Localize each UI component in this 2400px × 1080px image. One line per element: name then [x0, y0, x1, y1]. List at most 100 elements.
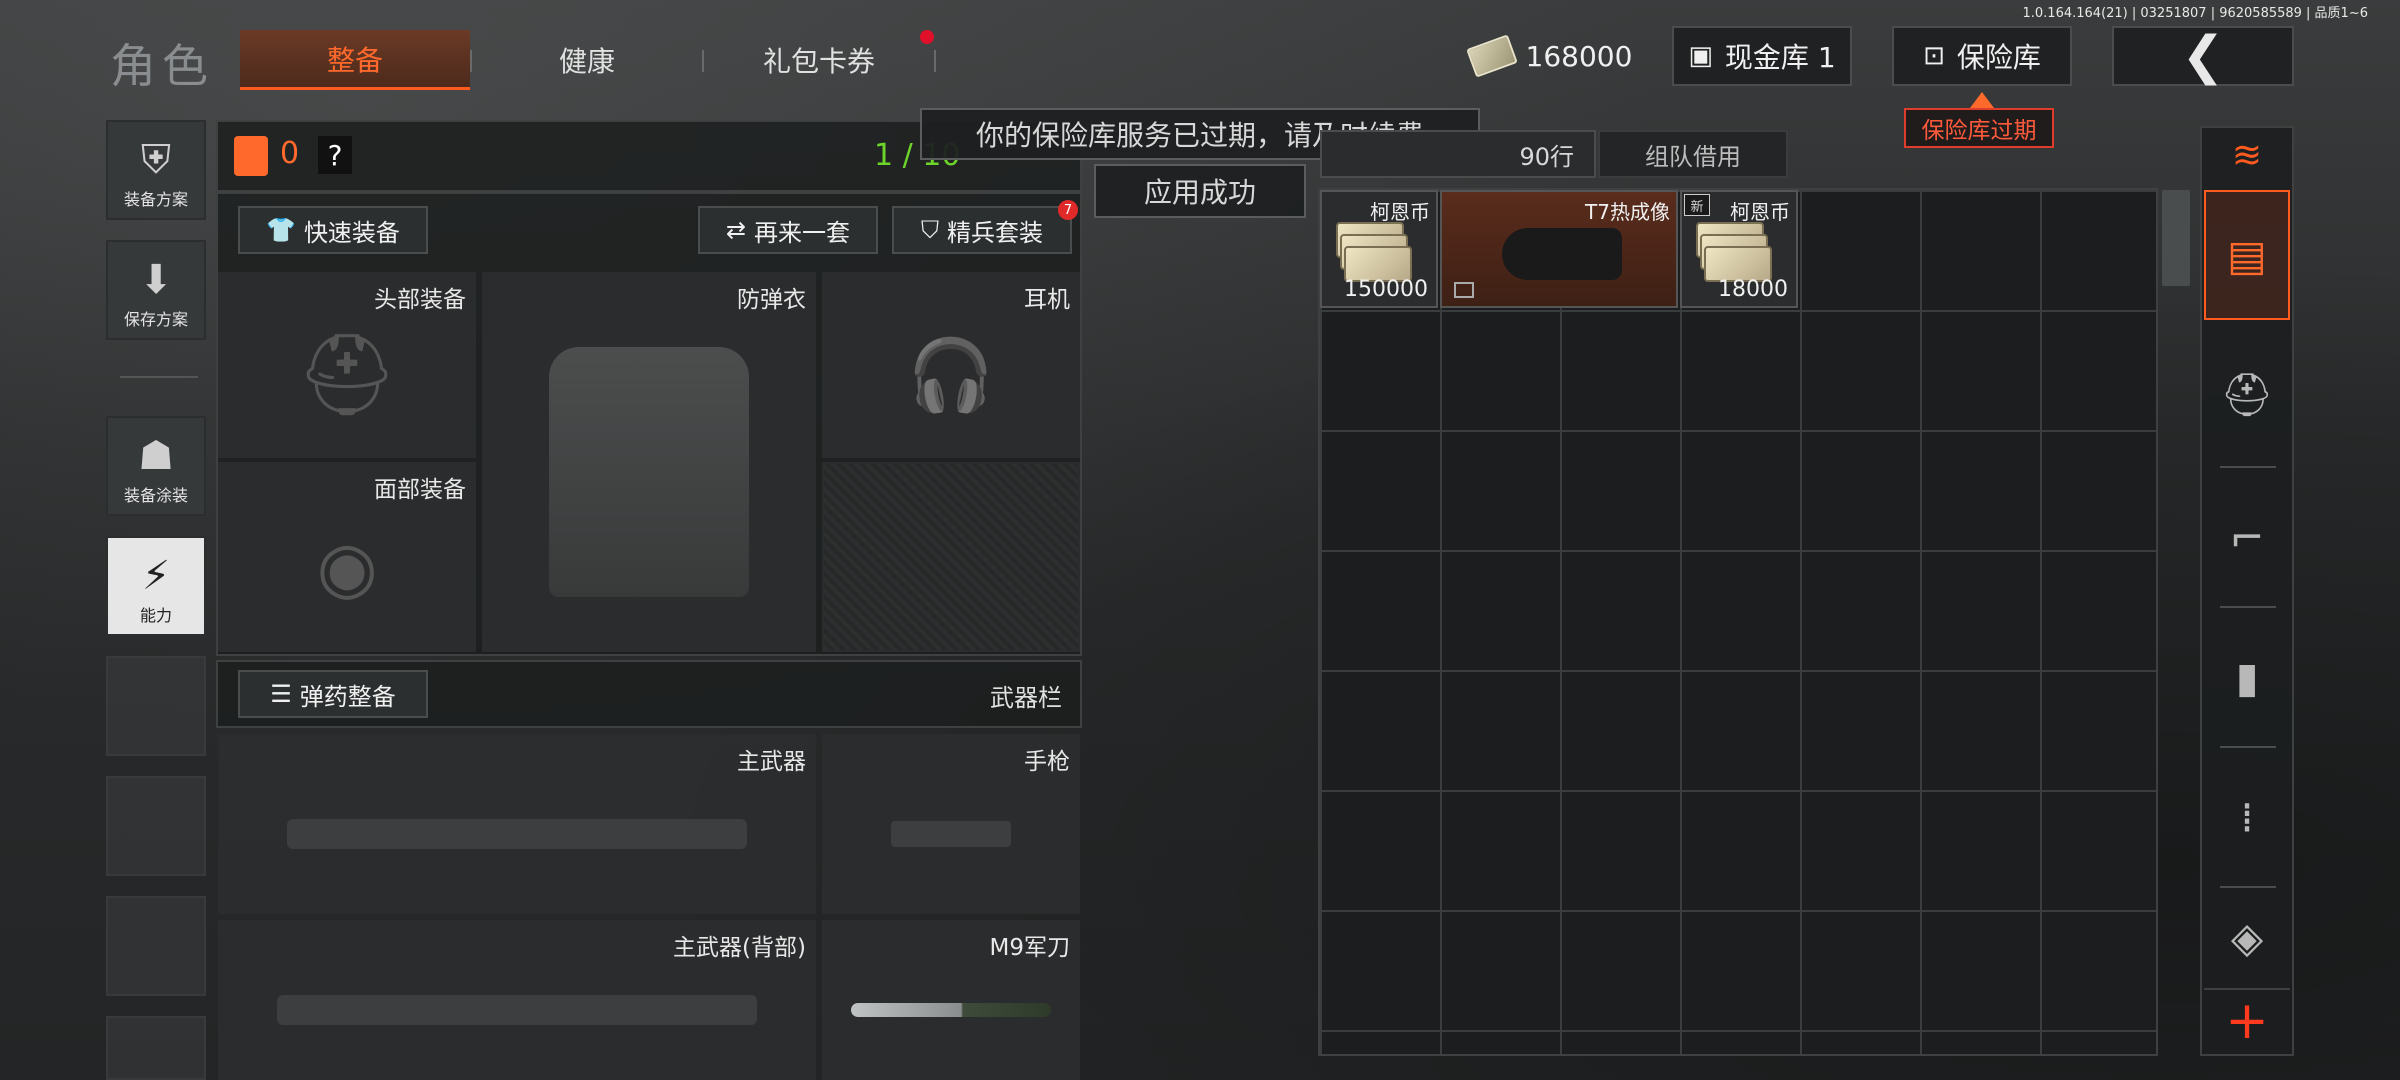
- elite-set-button[interactable]: ⛉ 精兵套装: [892, 206, 1072, 254]
- category-container[interactable]: ▤: [2204, 190, 2290, 320]
- slot-head[interactable]: 头部装备 ⛑: [218, 272, 476, 458]
- currency-value: 168000: [1525, 39, 1633, 73]
- ammo-icon: ⁞: [2240, 792, 2254, 842]
- helmet-icon: ⛑: [296, 328, 398, 421]
- nav-loadout-plan[interactable]: ⛨ 装备方案: [106, 120, 206, 220]
- item-value: 150000: [1344, 277, 1428, 302]
- helmet-paint-icon: ☗: [138, 433, 174, 479]
- currency-display: 168000: [1465, 26, 1636, 86]
- category-magazine[interactable]: ▮: [2204, 612, 2290, 742]
- quick-equip-button[interactable]: 👕 快速装备: [238, 206, 428, 254]
- cash-icon: [1696, 222, 1772, 282]
- nav-divider: [120, 376, 198, 378]
- storage-grid[interactable]: [1318, 188, 2158, 1056]
- vest-icon: ⛨: [141, 137, 171, 183]
- category-helmet[interactable]: ⛑: [2204, 330, 2290, 460]
- nav-empty-slot: [106, 776, 206, 876]
- download-icon: ⬇: [139, 257, 173, 303]
- back-button[interactable]: ❮: [2112, 26, 2294, 86]
- notification-dot: [920, 30, 934, 44]
- ammo-list-icon: ☰: [270, 680, 292, 708]
- tab-storage-rows[interactable]: 90行: [1320, 130, 1596, 178]
- tab-label: 礼包卡券: [762, 45, 875, 78]
- slot-main-weapon-back[interactable]: 主武器(背部): [218, 920, 816, 1080]
- knife-icon: [844, 952, 1058, 1068]
- rifle-icon: ⌐: [2229, 512, 2265, 562]
- slot-main-weapon[interactable]: 主武器: [218, 734, 816, 914]
- again-label: 再来一套: [754, 218, 851, 247]
- tab-gift[interactable]: 礼包卡券: [704, 30, 934, 90]
- storage-item-cash[interactable]: 柯恩币 150000: [1320, 190, 1438, 308]
- thermal-scope-icon: [1502, 228, 1622, 280]
- safe-box-label: 保险库: [1956, 41, 2041, 74]
- ammo-button[interactable]: ☰ 弹药整备: [238, 670, 428, 718]
- stack-refresh-icon[interactable]: ≋: [2204, 120, 2290, 190]
- ability-icon: ⚡: [141, 553, 171, 599]
- nav-label: 装备涂装: [123, 486, 188, 505]
- weapon-header: ☰ 弹药整备 武器栏: [216, 660, 1082, 728]
- slot-face[interactable]: 面部装备 ◉: [218, 462, 476, 652]
- nav-label: 保存方案: [123, 310, 188, 329]
- again-button[interactable]: ⇄ 再来一套: [698, 206, 878, 254]
- chevron-left-icon: ❮: [2181, 26, 2225, 86]
- armor-level: 0: [280, 136, 300, 171]
- nav-save-plan[interactable]: ⬇ 保存方案: [106, 240, 206, 340]
- version-text: 1.0.164.164(21) | 03251807 | 9620585589 …: [2022, 6, 2369, 21]
- elite-set-label: 精兵套装: [947, 218, 1043, 247]
- nav-paint[interactable]: ☗ 装备涂装: [106, 416, 206, 516]
- slot-vest[interactable]: 防弹衣: [482, 272, 816, 652]
- cash-icon: [1336, 222, 1412, 282]
- helmet-icon: ⛑: [2220, 370, 2274, 419]
- item-name: T7热成像: [1585, 200, 1670, 224]
- category-ammo[interactable]: ⁞: [2204, 752, 2290, 882]
- tab-label: 整备: [326, 43, 383, 77]
- quick-equip-label: 快速装备: [303, 218, 400, 247]
- tab-label: 健康: [558, 45, 615, 78]
- safe-box-button[interactable]: ⊡ 保险库: [1892, 26, 2072, 86]
- shield-icon: ⛉: [921, 216, 939, 244]
- category-divider: [2220, 886, 2276, 888]
- tab-divider: [934, 50, 936, 72]
- unknown-badge: ?: [318, 136, 352, 174]
- cash-vault-button[interactable]: ▣ 现金库 1: [1672, 26, 1852, 86]
- nav-ability[interactable]: ⚡ 能力: [106, 536, 206, 636]
- add-button[interactable]: +: [2204, 988, 2290, 1052]
- storage-item-scope[interactable]: T7热成像: [1440, 190, 1678, 308]
- sight-icon: ◈: [2230, 912, 2264, 962]
- scrollbar-thumb[interactable]: [2162, 190, 2190, 286]
- nav-empty-slot: [106, 896, 206, 996]
- armor-icon: [234, 136, 268, 176]
- ammo-label: 弹药整备: [299, 682, 396, 711]
- storage-item-cash-new[interactable]: 新 柯恩币 18000: [1680, 190, 1798, 308]
- magazine-icon: ▮: [2235, 652, 2259, 702]
- tab-loadout[interactable]: 整备: [240, 30, 470, 90]
- nav-empty-slot: [106, 1016, 206, 1080]
- rifle-icon: [240, 766, 794, 902]
- new-badge: 新: [1684, 194, 1710, 216]
- vault-icon: ▣: [1688, 41, 1713, 71]
- safe-icon: ⊡: [1923, 41, 1945, 71]
- tab-team-borrow[interactable]: 组队借用: [1598, 130, 1788, 178]
- page-title: 角色: [110, 39, 214, 93]
- headset-icon: 🎧: [907, 333, 995, 416]
- category-divider: [2220, 466, 2276, 468]
- tab-health[interactable]: 健康: [472, 30, 702, 90]
- team-borrow-label: 组队借用: [1645, 142, 1741, 171]
- tooltip-arrow: [1970, 92, 1994, 108]
- container-icon: ▤: [2227, 230, 2267, 280]
- item-name: 柯恩币: [1370, 200, 1430, 224]
- category-sight[interactable]: ◈: [2204, 892, 2290, 982]
- box-icon: [1454, 282, 1474, 298]
- pistol-icon: [844, 766, 1058, 902]
- refresh-icon: ⇄: [725, 216, 747, 244]
- slot-knife[interactable]: M9军刀: [822, 920, 1080, 1080]
- category-divider: [2220, 606, 2276, 608]
- rows-label: 90行: [1519, 142, 1574, 171]
- slot-earphone[interactable]: 耳机 🎧: [822, 272, 1080, 458]
- apply-success-toast: 应用成功: [1094, 164, 1306, 218]
- cash-vault-label: 现金库 1: [1724, 41, 1836, 74]
- item-name: 柯恩币: [1730, 200, 1790, 224]
- slot-pistol[interactable]: 手枪: [822, 734, 1080, 914]
- category-rifle[interactable]: ⌐: [2204, 472, 2290, 602]
- slot-locked: [822, 462, 1080, 652]
